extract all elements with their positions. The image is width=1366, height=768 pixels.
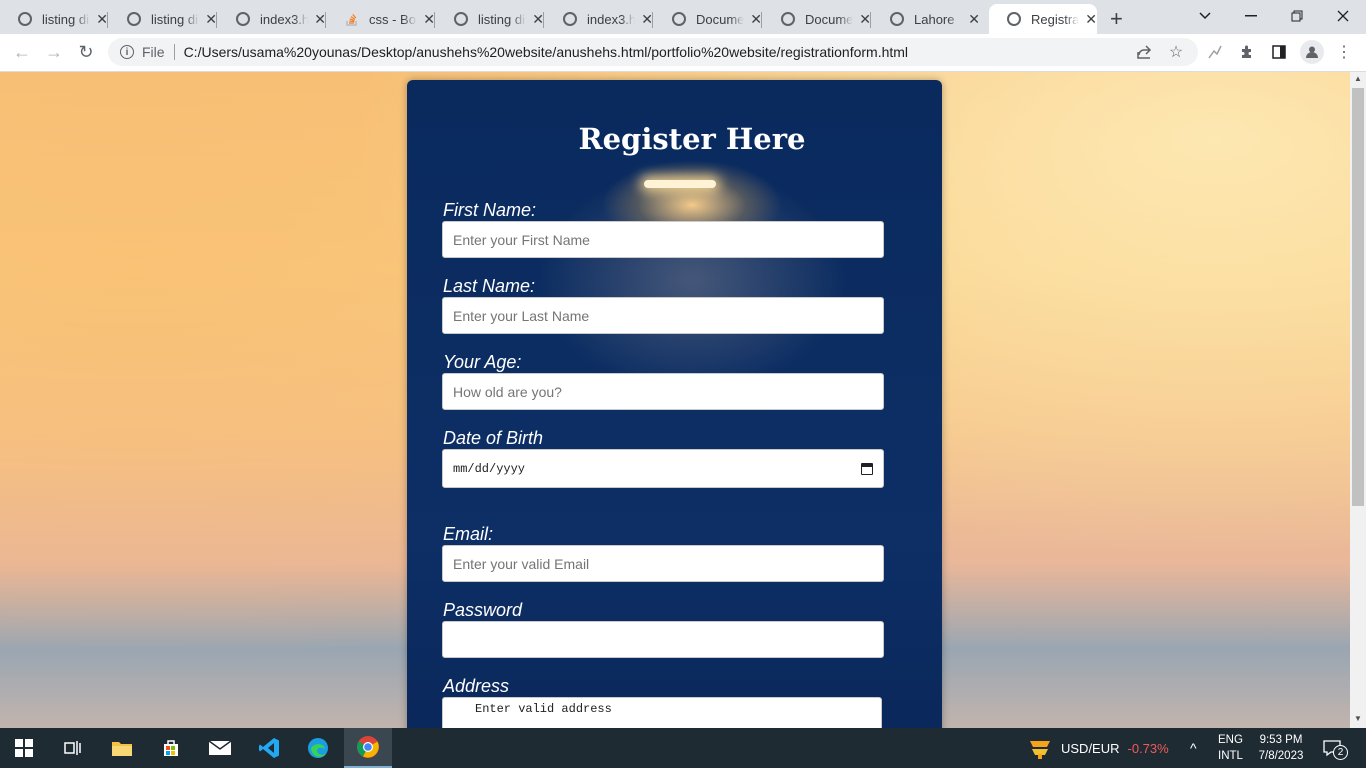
age-placeholder: How old are you? [453,383,562,400]
close-tab-icon[interactable]: ✕ [1085,11,1097,28]
scrollbar-thumb[interactable] [1352,88,1364,506]
reload-button[interactable]: ↻ [72,38,100,66]
tab-search-icon[interactable] [1182,0,1228,32]
extensions-puzzle-icon[interactable] [1237,42,1257,62]
edge-icon[interactable] [294,728,342,768]
chrome-icon[interactable] [344,728,392,768]
url-text[interactable]: C:/Users/usama%20younas/Desktop/anushehs… [184,44,908,60]
globe-icon [672,12,686,26]
start-button[interactable] [0,728,48,768]
vscode-icon[interactable] [245,728,293,768]
language-indicator[interactable]: ENG INTL [1218,728,1243,768]
browser-tab[interactable]: css - Boo✕ [327,4,435,34]
mail-icon[interactable] [196,728,244,768]
first-name-label: First Name: [443,200,537,220]
scroll-up-arrow-icon[interactable]: ▲ [1354,74,1362,83]
address-textarea[interactable]: Enter valid address [442,697,882,728]
globe-icon [1007,12,1021,26]
notification-center-icon[interactable]: 2 [1322,728,1357,768]
forward-button[interactable]: → [40,38,68,66]
scheme-label: File [142,44,165,60]
windows-taskbar: USD/EUR -0.73% ^ ENG INTL 9:53 PM 7/8/20… [0,728,1366,768]
stock-ticker-icon [1030,741,1050,759]
scroll-down-arrow-icon[interactable]: ▼ [1354,714,1362,723]
browser-tab[interactable]: listing di ✕ [0,4,108,34]
windows-logo-icon [15,739,33,757]
calendar-icon[interactable] [861,462,873,475]
side-panel-icon[interactable] [1269,42,1289,62]
globe-icon [454,12,468,26]
close-window-button[interactable] [1320,0,1366,32]
info-icon[interactable]: i [120,45,134,59]
minimize-button[interactable] [1228,0,1274,32]
extension-chart-icon[interactable] [1205,42,1225,62]
back-button[interactable]: ← [8,38,36,66]
age-input[interactable]: How old are you? [442,373,884,410]
globe-icon [563,12,577,26]
dob-input[interactable]: mm/dd/yyyy [442,449,884,488]
browser-tab[interactable]: index3.h ✕ [545,4,653,34]
globe-icon [127,12,141,26]
browser-tab[interactable]: listing di ✕ [109,4,217,34]
tab-strip: listing di ✕ listing di ✕ index3.h ✕ css - … [0,0,1366,34]
form-title: Register Here [578,122,806,156]
stackoverflow-icon [345,12,359,26]
password-label: Password [443,600,523,620]
share-icon[interactable] [1134,42,1154,62]
globe-icon [18,12,32,26]
browser-toolbar: ← → ↻ i File C:/Users/usama%20younas/Des… [0,34,1366,72]
ticker-change: -0.73% [1127,740,1169,756]
last-name-placeholder: Enter your Last Name [453,307,590,324]
close-tab-icon[interactable]: ✕ [968,11,980,28]
first-name-placeholder: Enter your First Name [453,231,590,248]
age-label: Your Age: [443,352,522,372]
weather-widget[interactable]: USD/EUR -0.73% [1028,728,1169,768]
clock-time: 9:53 PM [1259,734,1303,746]
clock-date: 7/8/2023 [1258,750,1304,762]
first-name-input[interactable]: Enter your First Name [442,221,884,258]
lamp-light [644,180,716,188]
notification-count-badge: 2 [1333,744,1348,760]
show-hidden-icons-chevron-icon[interactable]: ^ [1190,728,1197,768]
microsoft-store-icon[interactable] [147,728,195,768]
browser-tab[interactable]: listing di ✕ [436,4,544,34]
profile-avatar-icon[interactable] [1300,40,1324,64]
page-background: Register Here First Name: Enter your Fir… [0,72,1350,728]
browser-tab[interactable]: index3.h ✕ [218,4,326,34]
clock[interactable]: 9:53 PM 7/8/2023 [1256,728,1306,768]
address-placeholder: Enter valid address [475,702,612,716]
email-label: Email: [443,524,494,544]
ticker-symbol: USD/EUR [1061,740,1120,756]
bookmark-star-icon[interactable]: ☆ [1166,42,1186,62]
restore-button[interactable] [1274,0,1320,32]
browser-tab[interactable]: Lahore ✕ [872,4,980,34]
kebab-menu-icon[interactable]: ⋮ [1334,42,1354,62]
task-view-button[interactable] [48,728,96,768]
browser-tab[interactable]: Docume ✕ [654,4,762,34]
browser-tab[interactable]: Docume ✕ [763,4,871,34]
address-bar[interactable]: i File C:/Users/usama%20younas/Desktop/a… [108,38,1198,66]
dob-value: mm/dd/yyyy [453,461,526,476]
address-label: Address [443,676,510,696]
email-input[interactable]: Enter your valid Email [442,545,884,582]
dob-label: Date of Birth [443,428,544,448]
last-name-input[interactable]: Enter your Last Name [442,297,884,334]
browser-tab-active[interactable]: Registra ✕ [989,4,1097,34]
globe-icon [781,12,795,26]
globe-icon [236,12,250,26]
password-input[interactable] [442,621,884,658]
email-placeholder: Enter your valid Email [453,555,590,572]
registration-card: Register Here First Name: Enter your Fir… [407,80,942,728]
globe-icon [890,12,904,26]
new-tab-button[interactable]: + [1110,6,1123,32]
last-name-label: Last Name: [443,276,536,296]
vertical-scrollbar[interactable]: ▲ ▼ [1350,72,1366,728]
file-explorer-icon[interactable] [98,728,146,768]
